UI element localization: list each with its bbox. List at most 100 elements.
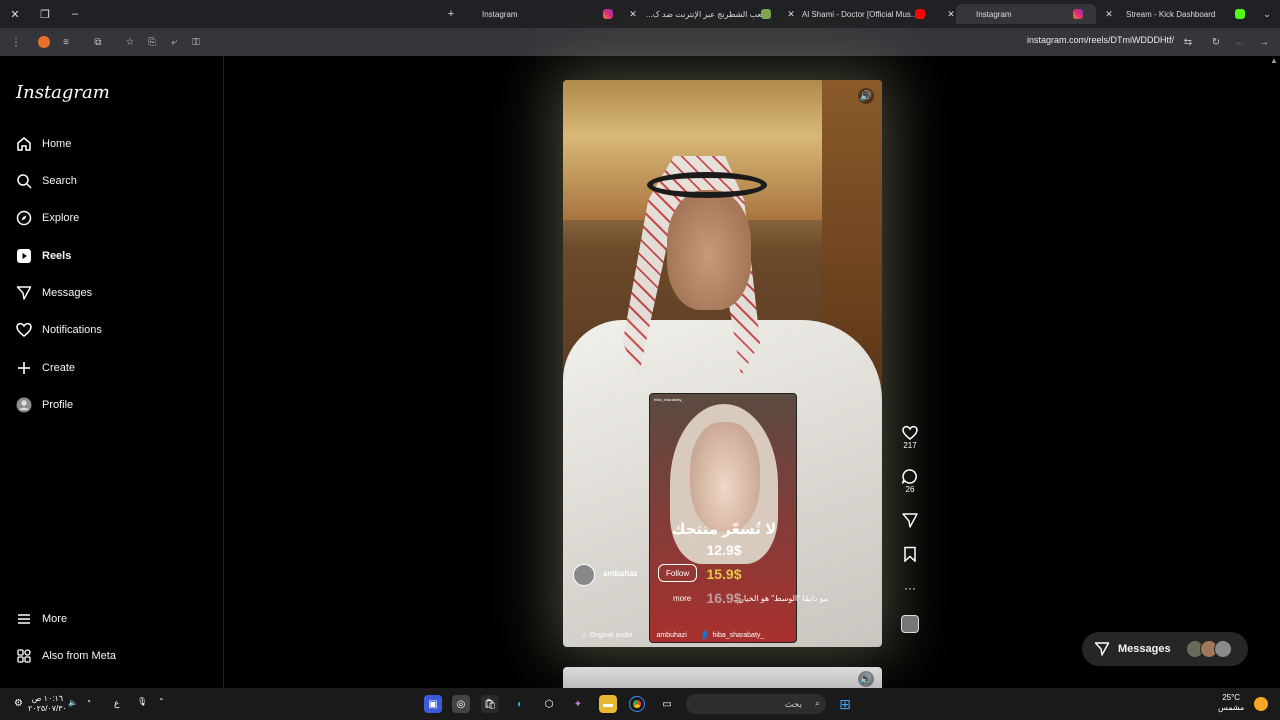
message-avatars [1186, 640, 1236, 658]
app-icon-2[interactable]: ◎ [452, 695, 470, 713]
reading-list-icon[interactable]: ≡ [56, 32, 76, 52]
caption-more-link[interactable]: more [673, 594, 691, 603]
next-reel-preview[interactable]: 🔊 [563, 667, 882, 688]
address-bar-url[interactable]: instagram.com/reels/DTmiWDDDHtf/ [1027, 35, 1174, 45]
scroll-up-arrow[interactable]: ▲ [1268, 56, 1280, 65]
messages-icon [16, 285, 32, 301]
sidebar-item-search[interactable]: Search [16, 169, 77, 193]
close-window-icon[interactable]: ✕ [0, 0, 30, 28]
app-icon-3[interactable]: ⬡ [540, 695, 558, 713]
music-note-icon: ♫ [581, 631, 587, 639]
sidebar-item-reels[interactable]: Reels [16, 244, 71, 268]
sidebar-item-label: Messages [42, 287, 93, 299]
install-icon[interactable]: ⤶ [164, 32, 184, 52]
sidebar-item-label: More [42, 613, 68, 625]
tab-instagram-active[interactable]: Instagram [956, 4, 1096, 24]
inner-video-headline: لا تُسعّر منتجك [671, 521, 777, 538]
microphone-icon[interactable]: 🎙 [137, 697, 147, 706]
instagram-page: Instagram Home Search Explore Reels Mess… [0, 56, 1280, 688]
bookmark-icon [898, 546, 922, 562]
home-icon [16, 136, 32, 152]
weather-desc: مشمس [1218, 703, 1245, 712]
clock-date: ٢٠٢٥/٠٧/٣٠ [28, 704, 67, 713]
inner-video-username: hiba_sharabaty_ [654, 397, 684, 402]
weather-widget[interactable]: 25°C مشمس [1218, 693, 1244, 713]
tab-title: Al Shami - Doctor [Official Mus... [802, 9, 918, 19]
start-menu-icon[interactable]: ⊞ [836, 695, 854, 713]
follow-button[interactable]: Follow [658, 564, 698, 582]
menu-dots-icon[interactable]: ⋮ [6, 32, 26, 52]
sidebar-item-label: Notifications [42, 324, 102, 336]
chrome-icon[interactable] [628, 695, 646, 713]
tab-search-icon[interactable]: ⌄ [1252, 0, 1280, 28]
reel-caption[interactable]: مو دايمًا "الوسط" هو الخيار... [733, 594, 828, 603]
compass-icon [16, 210, 32, 226]
edge-icon[interactable]: ◐ [511, 695, 529, 713]
clock-time: ١٠:١٦ ص [31, 694, 64, 703]
sidebar-item-home[interactable]: Home [16, 132, 71, 156]
audio-title[interactable]: Original audio [589, 632, 632, 639]
site-settings-icon[interactable]: ⇆ [1178, 32, 1198, 52]
tab-kick[interactable]: Stream - Kick Dashboard [1114, 4, 1254, 24]
app-icon-1[interactable]: ▣ [424, 695, 442, 713]
tab-chess[interactable]: لعب الشطرنج عبر الإنترنت ضد ک... [640, 4, 780, 24]
chess-icon [761, 9, 771, 19]
save-button[interactable] [898, 546, 922, 562]
clock[interactable]: ١٠:١٦ ص ٢٠٢٥/٠٧/٣٠ [28, 694, 67, 714]
kick-icon [1235, 9, 1245, 19]
file-explorer-icon[interactable]: ▬ [599, 695, 617, 713]
extensions-icon[interactable]: ⧉ [88, 32, 108, 52]
sidebar-item-explore[interactable]: Explore [16, 206, 79, 230]
audio-thumbnail[interactable] [901, 615, 919, 633]
tab-title: Instagram [976, 9, 1012, 19]
password-key-icon[interactable]: ⚿ [186, 32, 206, 52]
settings-gear-icon[interactable]: ⚙ [14, 698, 23, 709]
more-options-button[interactable]: ··· [898, 580, 922, 596]
share-button[interactable] [898, 512, 922, 528]
messages-floating-button[interactable]: Messages [1082, 632, 1248, 666]
language-indicator[interactable]: ع [114, 698, 119, 709]
restore-window-icon[interactable]: ❐ [30, 0, 60, 28]
task-view-icon[interactable]: ▭ [658, 695, 676, 713]
store-icon[interactable]: 🛍 [481, 695, 499, 713]
sidebar-item-messages[interactable]: Messages [16, 281, 92, 305]
instagram-logo[interactable]: Instagram [16, 82, 110, 103]
reel-author-username[interactable]: ambuhaz [603, 569, 638, 578]
tagged-user[interactable]: hiba_sharabaty_ [713, 632, 765, 639]
sidebar-item-create[interactable]: Create [16, 356, 75, 380]
page-scrollbar[interactable]: ▲ [1268, 56, 1280, 688]
inner-video-face [690, 422, 760, 532]
back-icon[interactable]: ← [1230, 32, 1250, 52]
forward-icon[interactable]: → [1254, 32, 1274, 52]
reload-icon[interactable]: ↻ [1206, 32, 1226, 52]
messages-label: Messages [1118, 643, 1171, 655]
volume-icon[interactable]: 🔊 [858, 671, 874, 687]
copilot-icon[interactable]: ✦ [569, 695, 587, 713]
like-button[interactable]: 217 [898, 424, 922, 450]
plus-icon [16, 360, 32, 376]
comment-icon [898, 468, 922, 484]
bookmark-star-icon[interactable]: ☆ [120, 32, 140, 52]
volume-icon[interactable]: 🔊 [858, 88, 874, 104]
audio-user[interactable]: ambuhazi [656, 632, 686, 639]
translate-icon[interactable]: ⎘ [142, 32, 162, 52]
new-tab-icon[interactable]: + [436, 0, 466, 28]
search-icon: ⌕ [814, 698, 820, 708]
heart-icon [16, 322, 32, 338]
tab-youtube[interactable]: Al Shami - Doctor [Official Mus... [796, 4, 936, 24]
sidebar-item-notifications[interactable]: Notifications [16, 318, 102, 342]
taskbar-search[interactable]: بحث ⌕ [686, 694, 826, 714]
sidebar-item-more[interactable]: More [16, 607, 67, 631]
sidebar-item-also-from-meta[interactable]: Also from Meta [16, 644, 116, 668]
browser-toolbar: ⋮ ≡ ⧉ ☆ ⎘ ⤶ ⚿ instagram.com/reels/DTmiWD… [0, 28, 1280, 56]
tab-instagram-1[interactable]: Instagram [476, 4, 626, 24]
comment-button[interactable]: 26 [898, 468, 922, 494]
wifi-icon[interactable]: ◔ [86, 697, 91, 706]
chevron-up-icon[interactable]: ⌃ [158, 697, 165, 706]
volume-icon[interactable]: 🔈 [68, 698, 78, 707]
reel-video[interactable]: 🔊 hiba_sharabaty_ لا تُسعّر منتجك 12.9$ … [563, 80, 882, 647]
extension-icon[interactable] [34, 32, 54, 52]
reel-author-avatar[interactable] [573, 564, 595, 586]
sidebar-item-profile[interactable]: Profile [16, 393, 73, 417]
minimize-window-icon[interactable]: – [60, 0, 90, 28]
